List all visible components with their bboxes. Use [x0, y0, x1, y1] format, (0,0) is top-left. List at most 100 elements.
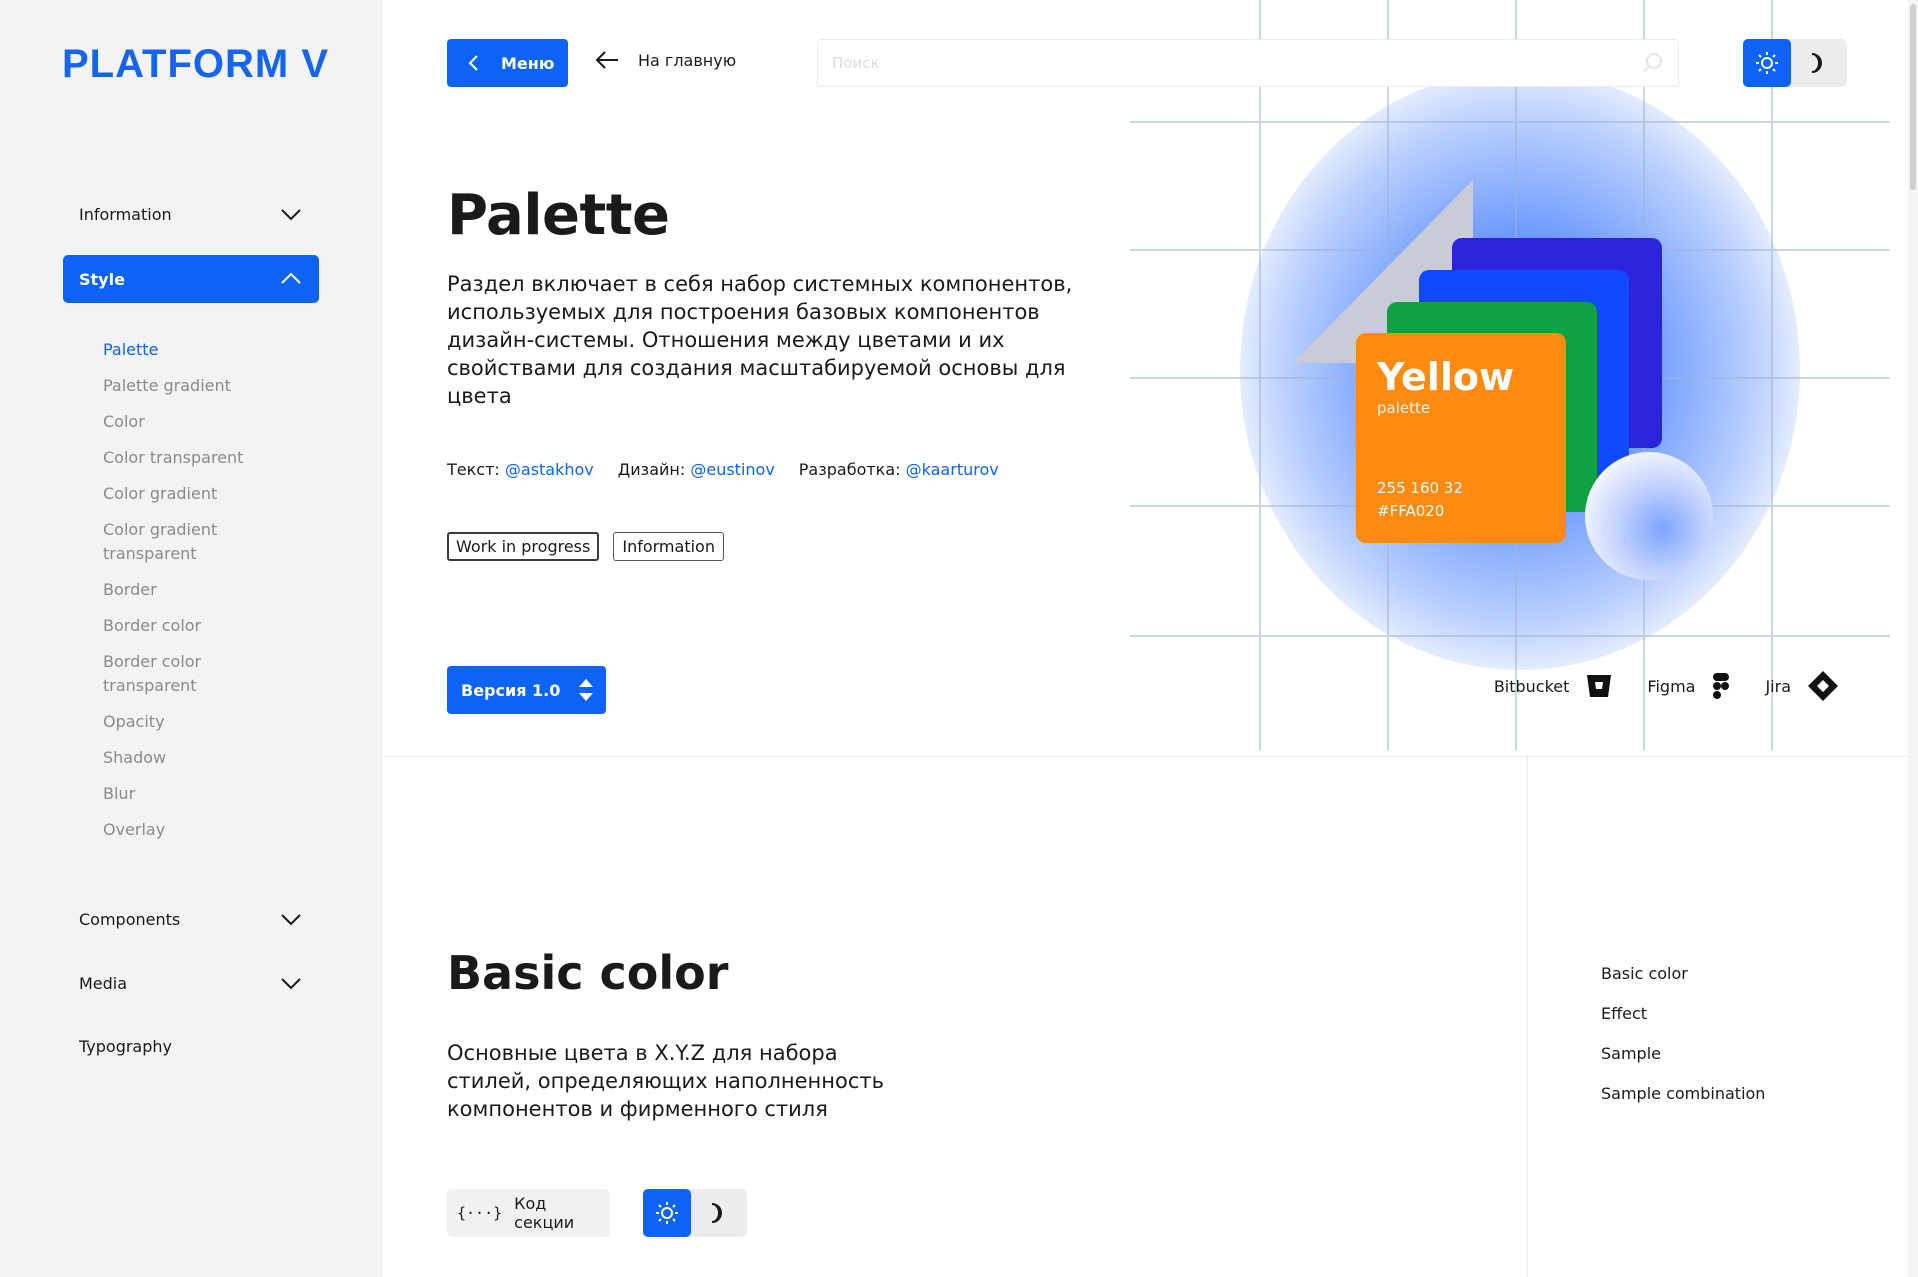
bitbucket-icon [1587, 675, 1612, 697]
sun-icon [1756, 52, 1778, 74]
chevron-left-icon [468, 55, 478, 71]
theme-toggle [1743, 39, 1847, 87]
toc-item-sample[interactable]: Sample [1601, 1034, 1765, 1074]
sort-arrows-icon [579, 679, 594, 701]
credit-dev: Разработка: @kaarturov [799, 460, 999, 479]
section-description: Основные цвета в X.Y.Z для набора стилей… [447, 1041, 885, 1121]
card-title: Yellow [1377, 355, 1515, 399]
card-values: 255 160 32 #FFA020 [1377, 477, 1463, 523]
sidebar-group-style[interactable]: Style [63, 255, 319, 303]
light-theme-button[interactable] [1743, 39, 1791, 87]
menu-label: Меню [501, 53, 555, 73]
sidebar-group-media[interactable]: Media [63, 959, 319, 1007]
sidebar-item-shadow[interactable]: Shadow [103, 746, 303, 782]
jira-label: Jira [1765, 676, 1791, 696]
sidebar: PLATFORM V Information Style Palette Pal… [0, 0, 383, 1277]
page-title: Palette [447, 183, 670, 248]
chevron-up-icon [281, 272, 301, 284]
status-tags: Work in progress Information [447, 532, 724, 561]
sidebar-group-components[interactable]: Components [63, 895, 319, 943]
status-badge-information: Information [613, 532, 724, 561]
page-description: Раздел включает в себя набор системных к… [447, 272, 1073, 408]
home-label: На главную [638, 50, 737, 70]
arrow-left-icon [595, 51, 618, 69]
credit-role: Дизайн: [617, 460, 686, 479]
table-of-contents: Basic color Effect Sample Sample combina… [1601, 954, 1765, 1114]
sidebar-group-information[interactable]: Information [63, 190, 319, 238]
sidebar-item-blur[interactable]: Blur [103, 782, 303, 818]
search-input[interactable] [832, 54, 1432, 72]
code-label: Код секции [514, 1194, 575, 1232]
sphere-shape [1585, 452, 1713, 580]
sidebar-item-border-color[interactable]: Border color [103, 614, 303, 650]
light-theme-button[interactable] [643, 1189, 691, 1237]
blue-glow [1240, 70, 1800, 670]
sidebar-item-color-transparent[interactable]: Color transparent [103, 446, 303, 482]
status-badge-wip: Work in progress [447, 532, 600, 561]
card-rgb: 255 160 32 [1377, 479, 1463, 497]
section-code-button[interactable]: {···} Код секции [447, 1189, 610, 1237]
credit-user-link[interactable]: @kaarturov [906, 460, 999, 479]
palette-card-blue [1419, 270, 1629, 480]
sidebar-group-label: Information [79, 204, 172, 224]
toc-item-sample-combination[interactable]: Sample combination [1601, 1074, 1765, 1114]
dark-theme-button[interactable] [691, 1189, 739, 1237]
bitbucket-link[interactable]: Bitbucket [1494, 672, 1614, 700]
credit-user-link[interactable]: @astakhov [505, 460, 594, 479]
version-label: Версия 1.0 [461, 680, 561, 700]
sidebar-item-border-color-transparent[interactable]: Border color transparent [103, 650, 303, 710]
credit-text: Текст: @astakhov [447, 460, 594, 479]
section-title: Basic color [447, 946, 729, 1000]
section-theme-toggle [643, 1189, 747, 1237]
jira-link[interactable]: Jira [1765, 670, 1839, 702]
sidebar-item-opacity[interactable]: Opacity [103, 710, 303, 746]
figma-link[interactable]: Figma [1647, 672, 1731, 700]
sidebar-item-color-gradient[interactable]: Color gradient [103, 482, 303, 518]
jira-icon [1808, 671, 1838, 701]
external-links: Bitbucket Figma Jira [1494, 670, 1839, 702]
sidebar-group-label: Media [79, 973, 128, 993]
scrollbar[interactable] [1908, 0, 1918, 1277]
sidebar-item-color-gradient-transparent[interactable]: Color gradient transparent [103, 518, 303, 578]
chevron-down-icon [281, 978, 301, 990]
sidebar-group-label: Components [79, 909, 181, 929]
bitbucket-label: Bitbucket [1493, 676, 1570, 696]
dark-theme-button[interactable] [1791, 39, 1839, 87]
chevron-down-icon [281, 209, 301, 221]
toc-item-effect[interactable]: Effect [1601, 994, 1765, 1034]
toc-item-basic-color[interactable]: Basic color [1601, 954, 1765, 994]
sidebar-group-label: Style [79, 269, 125, 289]
version-select[interactable]: Версия 1.0 [447, 666, 606, 714]
figma-label: Figma [1647, 676, 1696, 696]
search-icon [1643, 53, 1662, 73]
home-link[interactable]: На главную [594, 50, 736, 70]
sidebar-item-palette[interactable]: Palette [103, 338, 303, 374]
sidebar-item-overlay[interactable]: Overlay [103, 818, 303, 854]
moon-icon [1811, 53, 1822, 73]
search-field[interactable] [817, 39, 1679, 87]
sun-icon [656, 1202, 678, 1224]
sidebar-item-border[interactable]: Border [103, 578, 303, 614]
palette-card-green [1387, 302, 1597, 512]
sidebar-item-color[interactable]: Color [103, 410, 303, 446]
credit-role: Разработка: [798, 460, 901, 479]
sidebar-item-palette-gradient[interactable]: Palette gradient [103, 374, 303, 410]
palette-card-yellow: Yellow palette 255 160 32 #FFA020 [1356, 333, 1566, 543]
moon-icon [711, 1203, 722, 1223]
credit-design: Дизайн: @eustinov [618, 460, 775, 479]
palette-illustration: Yellow palette 255 160 32 #FFA020 [1130, 0, 1890, 750]
section-divider [383, 756, 1918, 757]
logo[interactable]: PLATFORM V [62, 42, 329, 87]
sidebar-item-typography[interactable]: Typography [79, 1037, 172, 1056]
credit-role: Текст: [447, 460, 500, 479]
style-subnav: Palette Palette gradient Color Color tra… [103, 338, 303, 854]
menu-button[interactable]: Меню [447, 39, 568, 87]
chevron-down-icon [281, 914, 301, 926]
grid-lines [1130, 0, 1890, 750]
card-subtitle: palette [1377, 399, 1431, 417]
triangle-shape [1293, 180, 1473, 363]
credit-user-link[interactable]: @eustinov [690, 460, 774, 479]
scrollbar-thumb[interactable] [1910, 4, 1916, 190]
toc-divider [1527, 757, 1528, 1277]
palette-card-purple [1452, 238, 1662, 448]
